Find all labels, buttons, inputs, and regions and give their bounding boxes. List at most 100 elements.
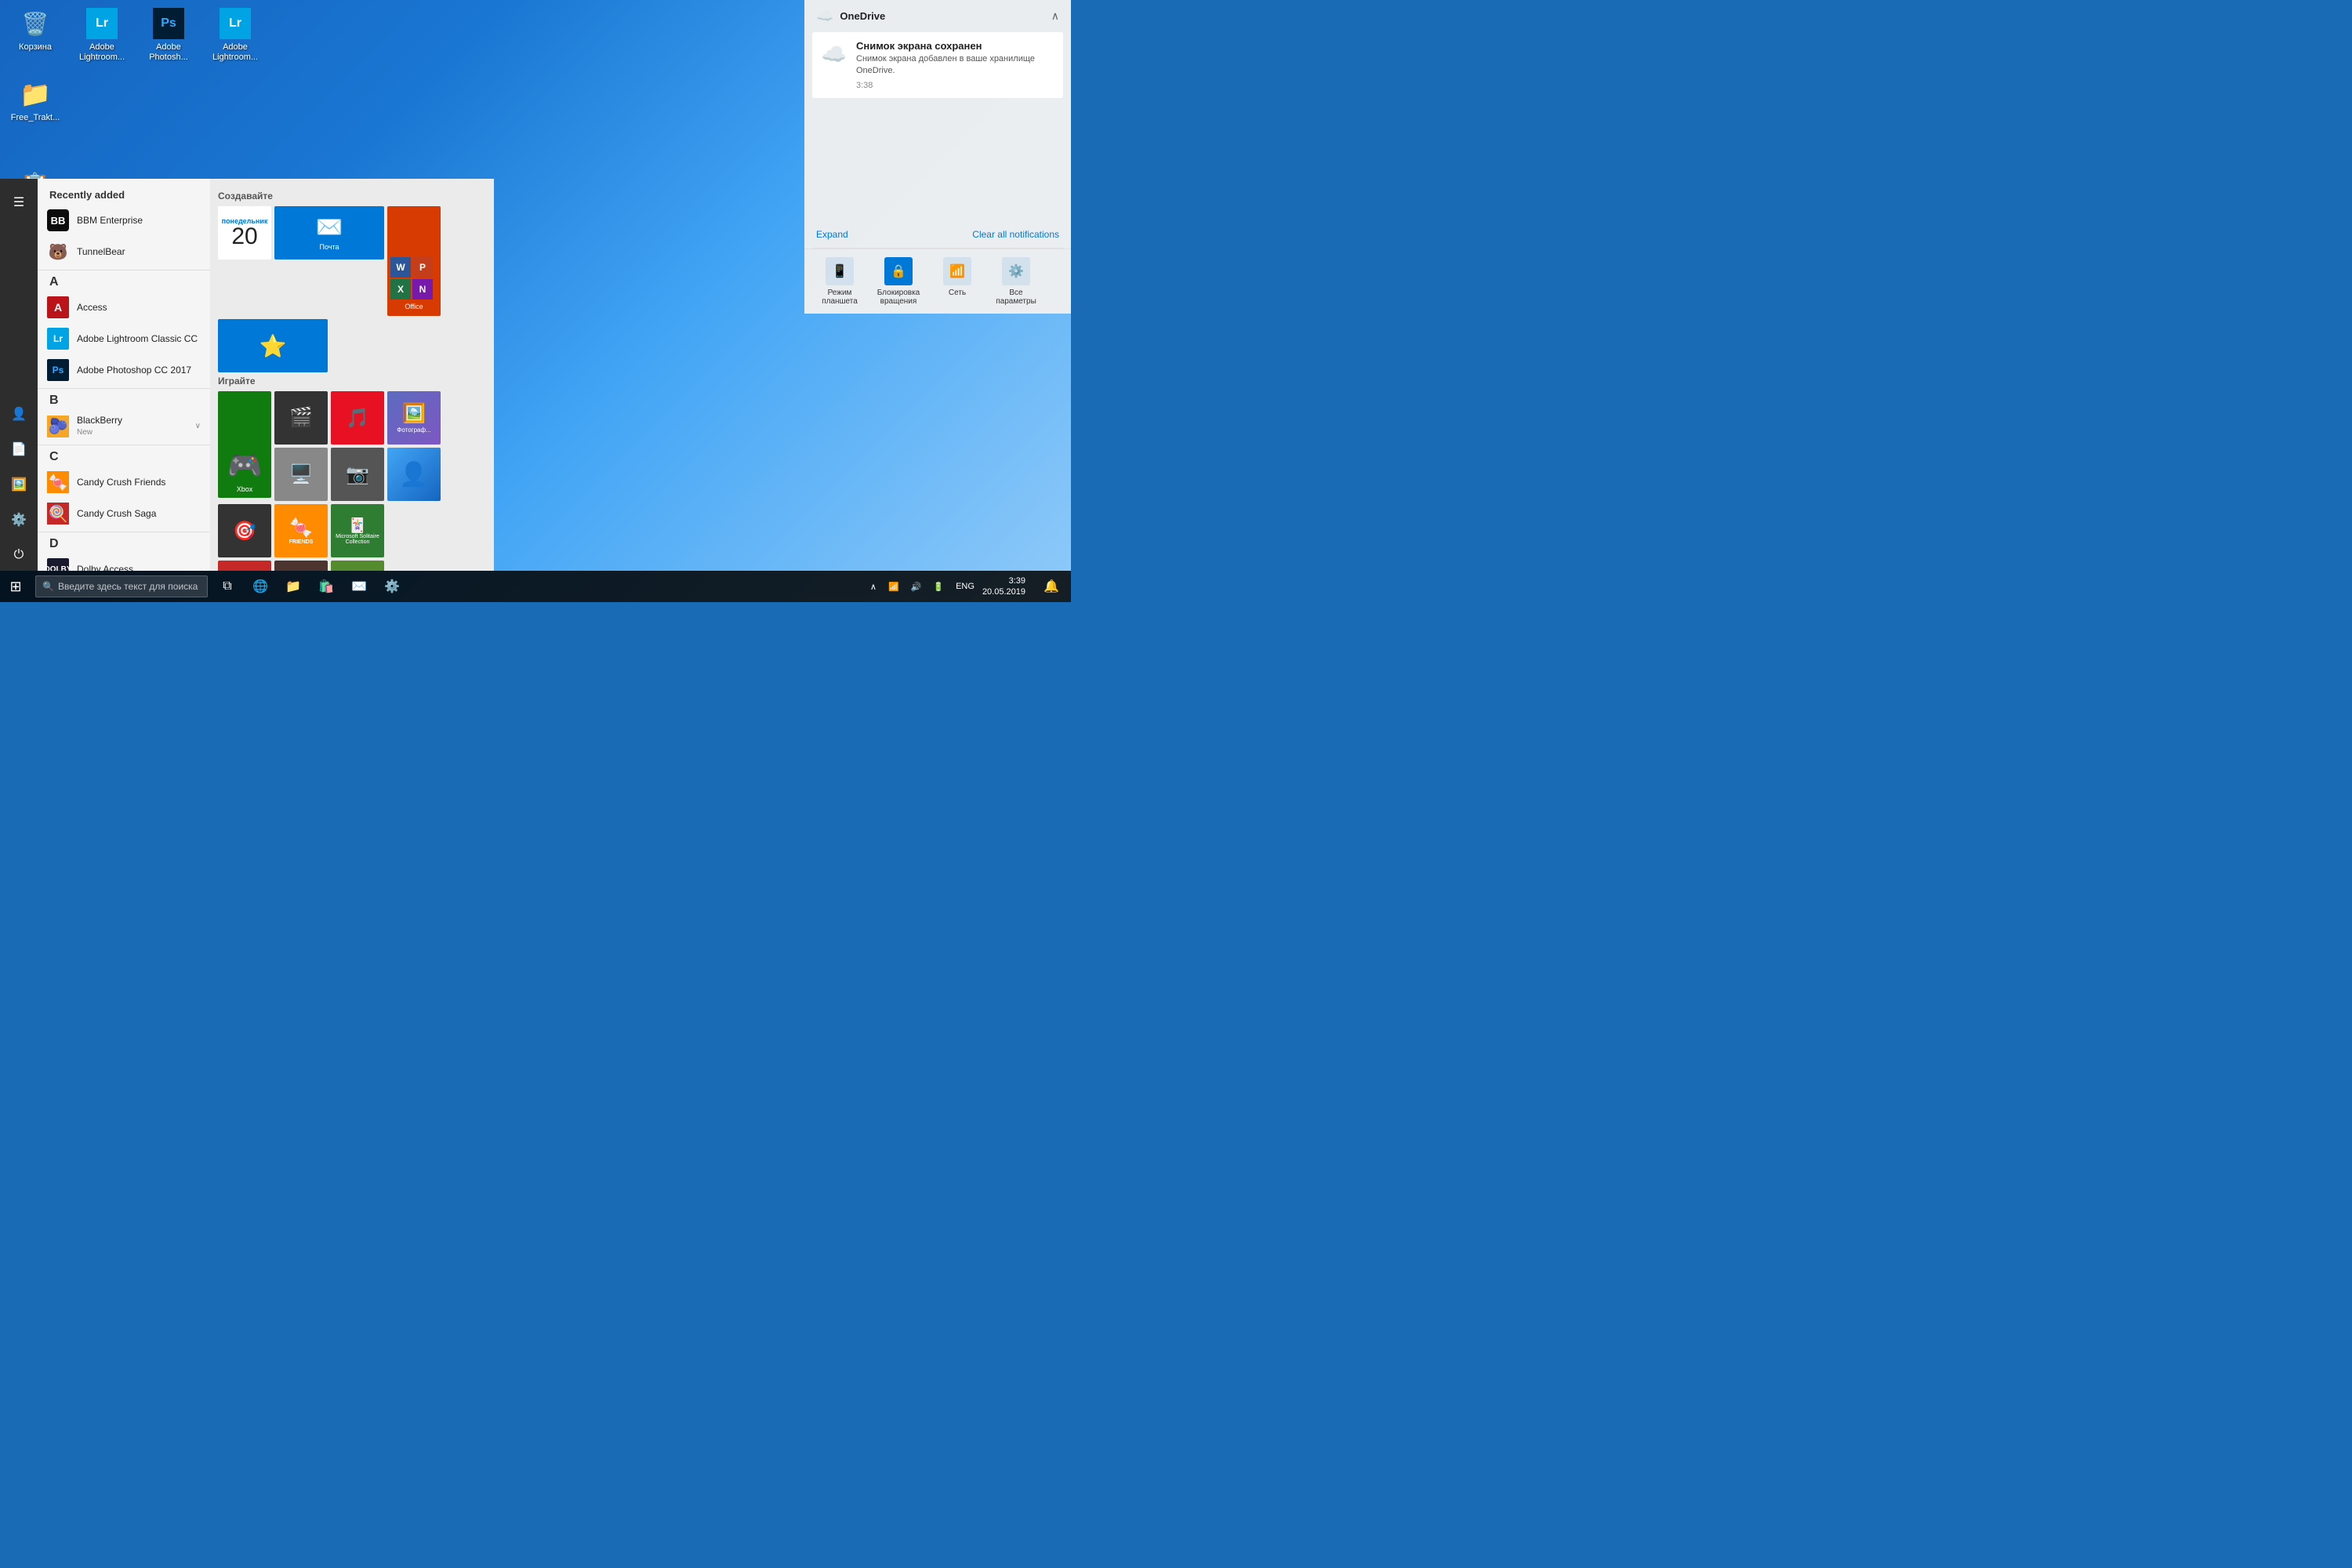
clear-all-link[interactable]: Clear all notifications xyxy=(972,229,1059,240)
taskbar-date: 20.05.2019 xyxy=(982,586,1025,597)
notif-header: ☁️ OneDrive ∧ xyxy=(804,0,1071,28)
tile-person[interactable]: 👤 xyxy=(387,448,441,501)
photo-icon: 🖼️ xyxy=(402,402,426,425)
taskbar-language[interactable]: ENG xyxy=(952,582,978,591)
lightroom2-label: AdobeLightroom... xyxy=(212,42,258,63)
sidebar-user[interactable]: 👤 xyxy=(3,398,34,430)
xbox-label: Xbox xyxy=(237,485,253,493)
lightroom-icon: Lr xyxy=(86,8,118,39)
tiles-row2: ⭐ xyxy=(218,319,486,372)
expand-link[interactable]: Expand xyxy=(816,229,848,240)
tunnelbear-icon: 🐻 xyxy=(47,241,69,263)
taskbar-network-icon[interactable]: 📶 xyxy=(884,582,903,592)
mypeople-icon: ⭐ xyxy=(260,333,287,359)
taskbar-search-box[interactable]: 🔍 xyxy=(35,575,208,597)
desktop-icon-folder1[interactable]: 📁 Free_Trakt... xyxy=(8,78,63,123)
tile-calc[interactable]: 🖥️ xyxy=(274,448,328,501)
action-rotation-lock[interactable]: 🔒 Блокировкавращения xyxy=(875,257,922,306)
folder1-icon: 📁 xyxy=(20,78,51,110)
tile-photo[interactable]: 🖼️ Фотограф... xyxy=(387,391,441,445)
taskbar-volume-icon[interactable]: 🔊 xyxy=(907,582,926,592)
dolby-label: Dolby Access xyxy=(77,564,133,571)
sidebar-power[interactable]: ⏻ xyxy=(3,539,34,571)
action-all-settings[interactable]: ⚙️ Всепараметры xyxy=(993,257,1040,306)
taskbar-right: ∧ 📶 🔊 🔋 ENG 3:39 20.05.2019 🔔 xyxy=(866,571,1071,602)
taskbar-battery-icon[interactable]: 🔋 xyxy=(929,582,948,592)
app-candy-saga[interactable]: 🍭 Candy Crush Saga xyxy=(38,498,210,529)
photoshop-list-label: Adobe Photoshop CC 2017 xyxy=(77,365,191,376)
mail-icon: ✉️ xyxy=(316,214,343,240)
taskbar-clock[interactable]: 3:39 20.05.2019 xyxy=(982,575,1032,598)
app-photoshop[interactable]: Ps Adobe Photoshop CC 2017 xyxy=(38,354,210,386)
edge-taskbar-btn[interactable]: 🌐 xyxy=(245,571,276,602)
tile-groove[interactable]: 🎵 xyxy=(331,391,384,445)
rotation-lock-label: Блокировкавращения xyxy=(877,289,920,306)
app-dolby[interactable]: DOLBY Dolby Access xyxy=(38,554,210,571)
app-blackberry[interactable]: 🫐 BlackBerryNew ∨ xyxy=(38,410,210,442)
access-label: Access xyxy=(77,302,107,313)
candy-friends-icon: 🍬 xyxy=(47,471,69,493)
tile-game-dark[interactable]: 🎯 xyxy=(218,504,271,557)
tiles-games-row2: 🍭 ⚔️ 🌿 xyxy=(218,561,486,571)
tile-camera[interactable]: 📷 xyxy=(331,448,384,501)
tile-calendar[interactable]: понедельник 20 xyxy=(218,206,271,260)
app-lightroom[interactable]: Lr Adobe Lightroom Classic CC xyxy=(38,323,210,354)
tile-mypeople[interactable]: ⭐ xyxy=(218,319,328,372)
action-tablet-mode[interactable]: 📱 Режимпланшета xyxy=(816,257,863,306)
app-candy-friends[interactable]: 🍬 Candy Crush Friends xyxy=(38,466,210,498)
app-tunnelbear[interactable]: 🐻 TunnelBear xyxy=(38,236,210,267)
groove-icon: 🎵 xyxy=(346,407,369,430)
desktop-icons-row1: 🗑️ Корзина Lr AdobeLightroom... Ps Adobe… xyxy=(8,8,263,63)
taskbar-notification-btn[interactable]: 🔔 xyxy=(1036,571,1067,602)
lightroom-label: AdobeLightroom... xyxy=(79,42,125,63)
onedrive-icon: ☁️ xyxy=(816,8,833,24)
tile-game3[interactable]: 🌿 xyxy=(331,561,384,571)
settings-taskbar-btn[interactable]: ⚙️ xyxy=(376,571,408,602)
access-icon: A xyxy=(47,296,69,318)
dolby-icon: DOLBY xyxy=(47,558,69,571)
section-a: A xyxy=(38,270,210,292)
person-icon: 👤 xyxy=(399,461,428,488)
notif-close-btn[interactable]: ∧ xyxy=(1051,9,1059,23)
sidebar-docs[interactable]: 📄 xyxy=(3,434,34,465)
desktop-icon-recycle[interactable]: 🗑️ Корзина xyxy=(8,8,63,63)
desktop-icon-lr2[interactable]: Lr AdobeLightroom... xyxy=(208,8,263,63)
task-view-btn[interactable]: ⧉ xyxy=(212,571,243,602)
tile-candy-friends[interactable]: 🍬 FRIENDS xyxy=(274,504,328,557)
tile-office[interactable]: W P X N Office xyxy=(387,206,441,316)
all-settings-icon: ⚙️ xyxy=(1002,257,1030,285)
tile-candy-saga[interactable]: 🍭 xyxy=(218,561,271,571)
section-d: D xyxy=(38,532,210,554)
explorer-taskbar-btn[interactable]: 📁 xyxy=(278,571,309,602)
tile-mail[interactable]: ✉️ Почта xyxy=(274,206,384,260)
network-icon: 📶 xyxy=(943,257,971,285)
start-button[interactable]: ⊞ xyxy=(0,571,31,602)
camera-icon: 📷 xyxy=(346,463,369,486)
sidebar-photos[interactable]: 🖼️ xyxy=(3,469,34,500)
folder1-label: Free_Trakt... xyxy=(11,113,60,123)
store-taskbar-btn[interactable]: 🛍️ xyxy=(310,571,342,602)
network-label: Сеть xyxy=(949,289,966,297)
search-input[interactable] xyxy=(58,581,199,592)
app-access[interactable]: A Access xyxy=(38,292,210,323)
tablet-mode-label: Режимпланшета xyxy=(822,289,858,306)
office-apps-grid: W P X N xyxy=(390,257,437,299)
tile-films[interactable]: 🎬 xyxy=(274,391,328,445)
sidebar-hamburger[interactable]: ☰ xyxy=(3,187,34,218)
notif-footer: Expand Clear all notifications xyxy=(804,221,1071,248)
app-bbm[interactable]: BB BBM Enterprise xyxy=(38,205,210,236)
onedrive-label: ☁️ OneDrive xyxy=(816,8,885,24)
taskbar-chevron-up[interactable]: ∧ xyxy=(866,582,880,592)
taskbar-pinned-apps: ⧉ 🌐 📁 🛍️ ✉️ ⚙️ xyxy=(212,571,408,602)
desktop-icon-ps[interactable]: Ps AdobePhotosh... xyxy=(141,8,196,63)
notif-cloud-icon: ☁️ xyxy=(820,40,848,68)
start-sidebar: ☰ 👤 📄 🖼️ ⚙️ ⏻ xyxy=(0,179,38,571)
sidebar-settings[interactable]: ⚙️ xyxy=(3,504,34,535)
tile-xbox[interactable]: 🎮 Xbox xyxy=(218,391,271,498)
blackberry-label: BlackBerryNew xyxy=(77,415,122,437)
tile-game2[interactable]: ⚔️ xyxy=(274,561,328,571)
desktop-icon-lr[interactable]: Lr AdobeLightroom... xyxy=(74,8,129,63)
tile-solitaire[interactable]: 🃏 Microsoft Solitaire Collection xyxy=(331,504,384,557)
action-network[interactable]: 📶 Сеть xyxy=(934,257,981,306)
mail-taskbar-btn[interactable]: ✉️ xyxy=(343,571,375,602)
